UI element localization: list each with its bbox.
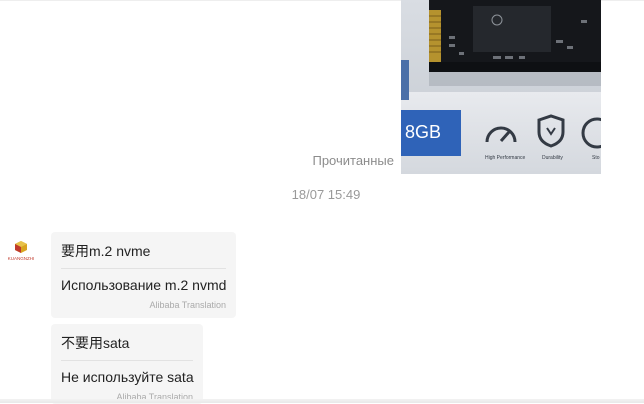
message-original-text: 不要用sata: [61, 335, 130, 351]
feature-label-durability: Durability: [542, 155, 563, 161]
read-status: Прочитанные: [312, 153, 394, 168]
capacity-text: 8GB: [405, 122, 441, 142]
feature-label-storage: Sto: [592, 155, 600, 161]
input-area-edge: [0, 399, 644, 403]
message-bubble[interactable]: 要用m.2 nvme Использование m.2 nvmd Alibab…: [51, 232, 236, 318]
message-translated-text: Использование m.2 nvmd: [61, 277, 227, 293]
message-bubble[interactable]: 不要用sata Не используйте sata Alibaba Tran…: [51, 324, 203, 404]
feature-label-performance: High Performance: [485, 155, 526, 161]
translation-source-label: Alibaba Translation: [149, 300, 226, 310]
avatar[interactable]: KUANGNZHI: [5, 240, 37, 262]
message-timestamp: 18/07 15:49: [291, 187, 361, 202]
avatar-brand-text: KUANGNZHI: [8, 256, 35, 261]
message-translated-text: Не используйте sata: [61, 369, 194, 385]
seller-logo-icon: KUANGNZHI: [8, 241, 35, 261]
ssd-photo: 8GB High Performance Durability Sto: [401, 0, 601, 174]
sent-image[interactable]: 8GB High Performance Durability Sto: [401, 0, 601, 174]
message-original-text: 要用m.2 nvme: [61, 243, 151, 259]
